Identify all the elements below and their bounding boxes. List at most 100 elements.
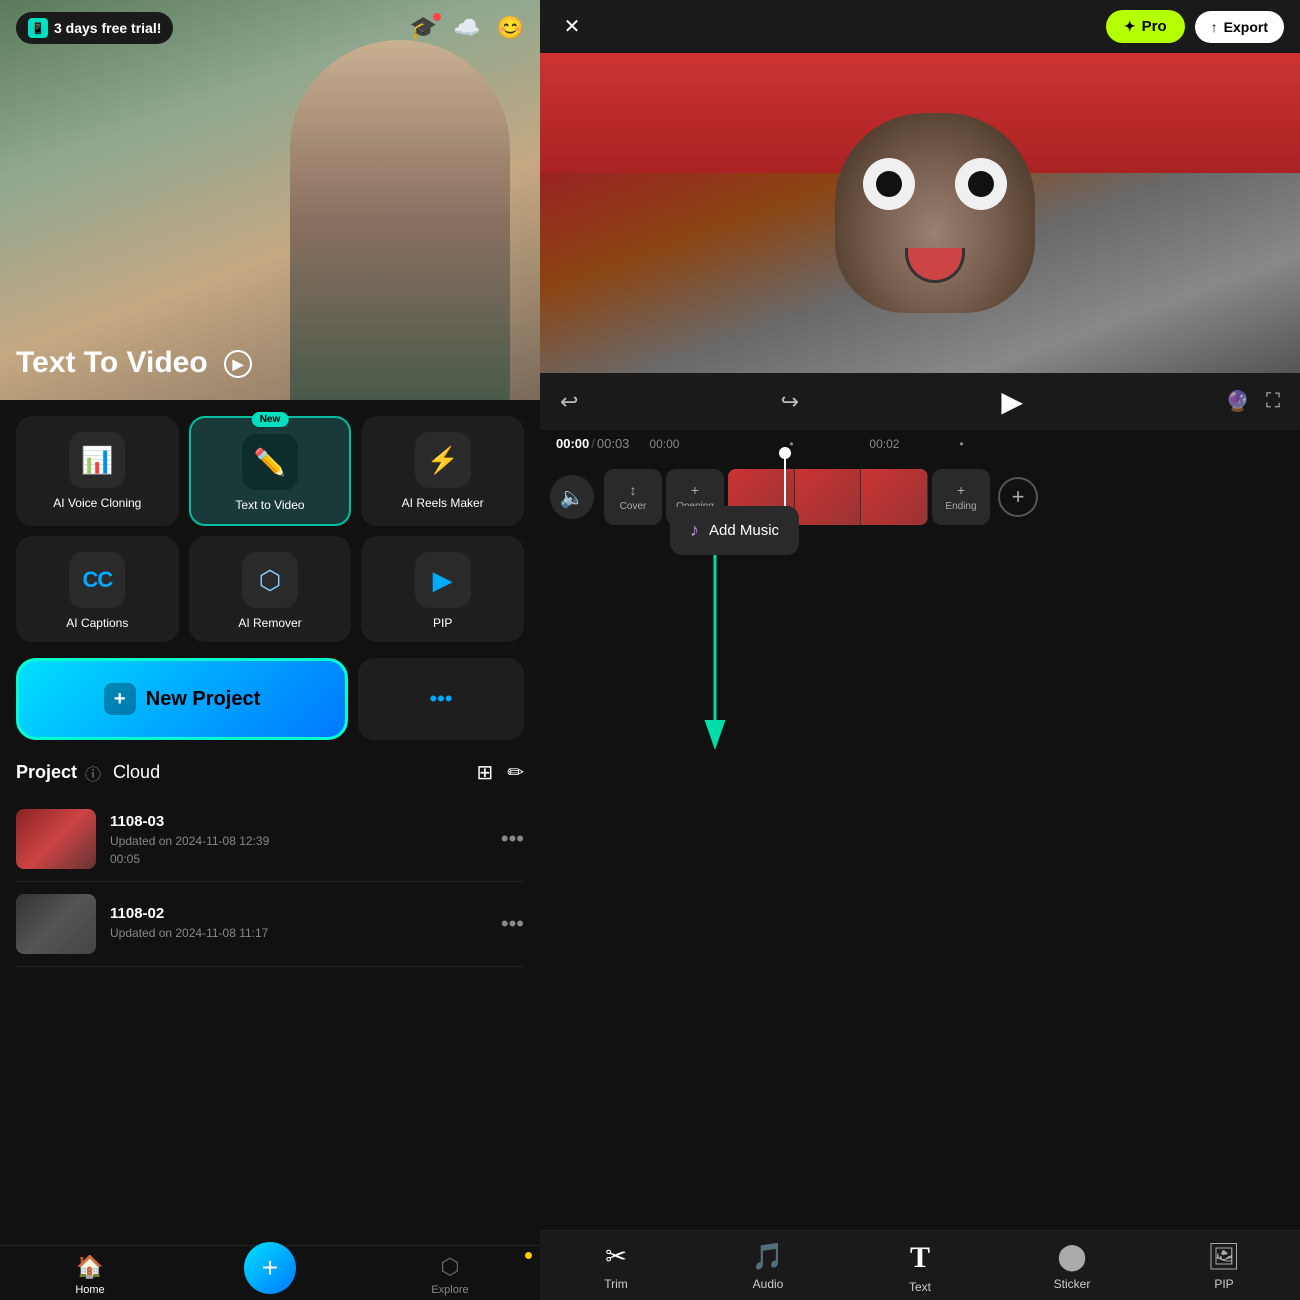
tool-trim[interactable]: ✂ Trim — [540, 1241, 692, 1294]
pointer-arrow — [540, 430, 1300, 1230]
playback-controls: ↩ ↪ ▶ 🔮 ⛶ — [540, 373, 1300, 430]
table-row[interactable]: 1108-03 Updated on 2024-11-08 12:39 00:0… — [16, 797, 524, 882]
ai-captions-icon-box: CC — [69, 552, 125, 608]
home-label: Home — [75, 1284, 104, 1296]
fullscreen-icon[interactable]: ⛶ — [1266, 390, 1280, 413]
tool-text-to-video[interactable]: New ✏️ Text to Video — [189, 416, 352, 526]
info-icon[interactable]: ⓘ — [85, 761, 101, 785]
time-marks: 00:00 • 00:02 • — [649, 437, 1284, 451]
projects-header: Project ⓘ Cloud ⊞ ✏ — [0, 756, 540, 797]
sticker-icon: ⬤ — [1057, 1241, 1086, 1272]
pip-label: PIP — [1214, 1277, 1233, 1291]
pro-upgrade-button[interactable]: ✦ Pro — [1106, 10, 1185, 43]
right-top-actions: ✦ Pro ↑ Export — [1106, 10, 1284, 43]
time-ruler: 00:00 / 00:03 00:00 • 00:02 • — [540, 430, 1300, 457]
cat-mouth — [905, 248, 965, 283]
cloud-tab-label[interactable]: Cloud — [113, 762, 160, 783]
undo-button[interactable]: ↩ — [560, 389, 578, 415]
volume-button[interactable]: 🔈 — [550, 475, 594, 519]
project-more-2[interactable]: ••• — [501, 911, 524, 937]
project-thumbnail-1 — [16, 809, 96, 869]
nav-home[interactable]: 🏠 Home — [0, 1254, 180, 1296]
export-label: Export — [1224, 19, 1268, 35]
grid-view-icon[interactable]: ⊞ — [476, 760, 493, 785]
nav-explore[interactable]: ⬡ Explore — [360, 1254, 540, 1296]
new-project-label: New Project — [146, 688, 260, 711]
center-add-button[interactable]: + — [244, 1242, 296, 1294]
redo-button[interactable]: ↪ — [781, 389, 799, 415]
time-current: 00:00 — [556, 436, 589, 451]
close-button[interactable]: ✕ — [556, 11, 588, 43]
cat-video-frame — [540, 53, 1300, 373]
play-circle-icon[interactable]: ▶ — [224, 350, 252, 378]
cat-pupil-left — [876, 171, 902, 197]
new-badge: New — [252, 412, 289, 427]
top-bar: 📱 3 days free trial! 🎓 ☁️ 😊 — [0, 0, 540, 56]
nav-center-add[interactable]: + — [180, 1254, 360, 1296]
project-list: 1108-03 Updated on 2024-11-08 12:39 00:0… — [0, 797, 540, 1245]
tool-pip[interactable]: 🖼 PIP — [1148, 1241, 1300, 1294]
time-mark-2: 00:02 — [869, 437, 899, 451]
home-icon: 🏠 — [76, 1254, 103, 1280]
text-to-video-icon: ✏️ — [254, 447, 286, 478]
hero-title: Text To Video ▶ — [16, 346, 252, 380]
tool-text[interactable]: T Text — [844, 1241, 996, 1294]
music-note-icon: ♪ — [690, 520, 699, 541]
tool-pip[interactable]: ▶ PIP — [361, 536, 524, 642]
cat-eye-right — [955, 158, 1007, 210]
tool-audio[interactable]: 🎵 Audio — [692, 1241, 844, 1294]
tool-ai-voice-cloning[interactable]: 📊 AI Voice Cloning — [16, 416, 179, 526]
tool-ai-remover[interactable]: ⬡ AI Remover — [189, 536, 352, 642]
magic-icon[interactable]: 🔮 — [1225, 389, 1250, 414]
project-info-2: 1108-02 Updated on 2024-11-08 11:17 — [110, 905, 487, 944]
time-mark-1: 00:00 — [649, 437, 679, 451]
more-dots-icon: ••• — [429, 686, 452, 712]
cloud-icon[interactable]: ☁️ — [453, 15, 480, 41]
opening-icon: + — [691, 482, 699, 498]
cover-icon: ↕ — [630, 482, 637, 498]
cat-eye-left — [863, 158, 915, 210]
ending-clip[interactable]: + Ending — [932, 469, 990, 525]
ai-reels-icon: ⚡ — [426, 445, 458, 476]
track-row: 🔈 ↕ Cover + Opening + Ending — [540, 457, 1300, 537]
pro-label: Pro — [1142, 18, 1167, 35]
ai-remover-label: AI Remover — [238, 616, 301, 630]
export-icon: ↑ — [1211, 19, 1218, 35]
ai-captions-icon: CC — [82, 567, 112, 593]
cover-label: Cover — [620, 501, 647, 512]
pip-icon-box: ▶ — [415, 552, 471, 608]
add-clip-button[interactable]: + — [998, 477, 1038, 517]
trial-badge[interactable]: 📱 3 days free trial! — [16, 12, 173, 44]
time-total: 00:03 — [597, 436, 630, 451]
hero-text-area: Text To Video ▶ — [16, 346, 252, 380]
more-options-button[interactable]: ••• — [358, 658, 524, 740]
cat-face — [835, 113, 1035, 313]
projects-title: Project — [16, 762, 77, 783]
ai-voice-label: AI Voice Cloning — [53, 496, 141, 510]
tool-ai-captions[interactable]: CC AI Captions — [16, 536, 179, 642]
sticker-label: Sticker — [1054, 1277, 1091, 1291]
cover-clip[interactable]: ↕ Cover — [604, 469, 662, 525]
export-button[interactable]: ↑ Export — [1195, 11, 1284, 43]
right-panel: ✕ ✦ Pro ↑ Export — [540, 0, 1300, 1300]
new-project-plus-icon: + — [104, 683, 136, 715]
pro-star-icon: ✦ — [1124, 18, 1136, 35]
trim-label: Trim — [604, 1277, 628, 1291]
smiley-icon[interactable]: 😊 — [497, 15, 524, 41]
text-tool-icon: T — [910, 1241, 930, 1275]
project-more-1[interactable]: ••• — [501, 826, 524, 852]
text-label: Text — [909, 1280, 931, 1294]
audio-icon: 🎵 — [752, 1241, 784, 1272]
graduation-icon[interactable]: 🎓 — [410, 15, 437, 41]
trial-badge-icon: 📱 — [28, 18, 48, 38]
tools-section: 📊 AI Voice Cloning New ✏️ Text to Video … — [0, 400, 540, 658]
edit-projects-icon[interactable]: ✏ — [507, 760, 524, 785]
table-row[interactable]: 1108-02 Updated on 2024-11-08 11:17 ••• — [16, 882, 524, 967]
new-project-button[interactable]: + New Project — [16, 658, 348, 740]
project-date-1: Updated on 2024-11-08 12:39 — [110, 834, 487, 848]
add-music-popup[interactable]: ♪ Add Music — [670, 506, 799, 555]
play-button[interactable]: ▶ — [1001, 385, 1023, 418]
ai-remover-icon: ⬡ — [259, 565, 282, 596]
tool-sticker[interactable]: ⬤ Sticker — [996, 1241, 1148, 1294]
tool-ai-reels-maker[interactable]: ⚡ AI Reels Maker — [361, 416, 524, 526]
